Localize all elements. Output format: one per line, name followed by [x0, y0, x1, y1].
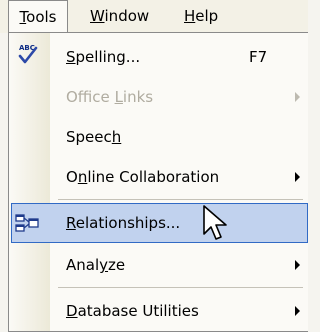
tools-dropdown-menu: ABC Spelling... F7 Office Links Speech O… [8, 32, 308, 332]
menu-window[interactable]: Window [80, 0, 159, 33]
menu-item-analyze[interactable]: Analyze [9, 245, 308, 285]
menu-item-relationships-label: Relationships... [66, 214, 181, 232]
menu-item-spelling-label: Spelling... [66, 48, 141, 66]
menu-item-relationships[interactable]: Relationships... [11, 203, 308, 243]
menu-item-online-collaboration-label: Online Collaboration [66, 168, 220, 186]
spelling-abc-check-icon: ABC [18, 44, 38, 64]
menu-separator [58, 199, 303, 200]
relationships-icon [15, 214, 39, 232]
menu-item-office-links: Office Links [9, 77, 308, 117]
menu-item-office-links-label: Office Links [66, 88, 154, 106]
menu-item-analyze-label: Analyze [66, 256, 126, 274]
menu-item-spelling[interactable]: ABC Spelling... F7 [9, 37, 308, 77]
menu-tools-label: Tools [19, 8, 57, 26]
mouse-pointer-icon [203, 205, 227, 240]
submenu-arrow-icon [295, 92, 300, 102]
menu-item-speech-label: Speech [66, 128, 122, 146]
menu-item-database-utilities-label: Database Utilities [66, 302, 199, 320]
menu-window-label: Window [90, 7, 150, 25]
menu-item-spelling-shortcut: F7 [249, 48, 268, 66]
submenu-arrow-icon [295, 172, 300, 182]
menu-help-label: Help [184, 7, 219, 25]
menu-item-database-utilities[interactable]: Database Utilities [9, 291, 308, 331]
menu-tools[interactable]: Tools [8, 0, 68, 34]
menu-separator [58, 287, 303, 288]
menu-help[interactable]: Help [174, 0, 228, 33]
menu-item-speech[interactable]: Speech [9, 117, 308, 157]
submenu-arrow-icon [295, 260, 300, 270]
menu-bar: Tools Window Help [0, 0, 308, 34]
menu-item-online-collaboration[interactable]: Online Collaboration [9, 157, 308, 197]
submenu-arrow-icon [295, 306, 300, 316]
